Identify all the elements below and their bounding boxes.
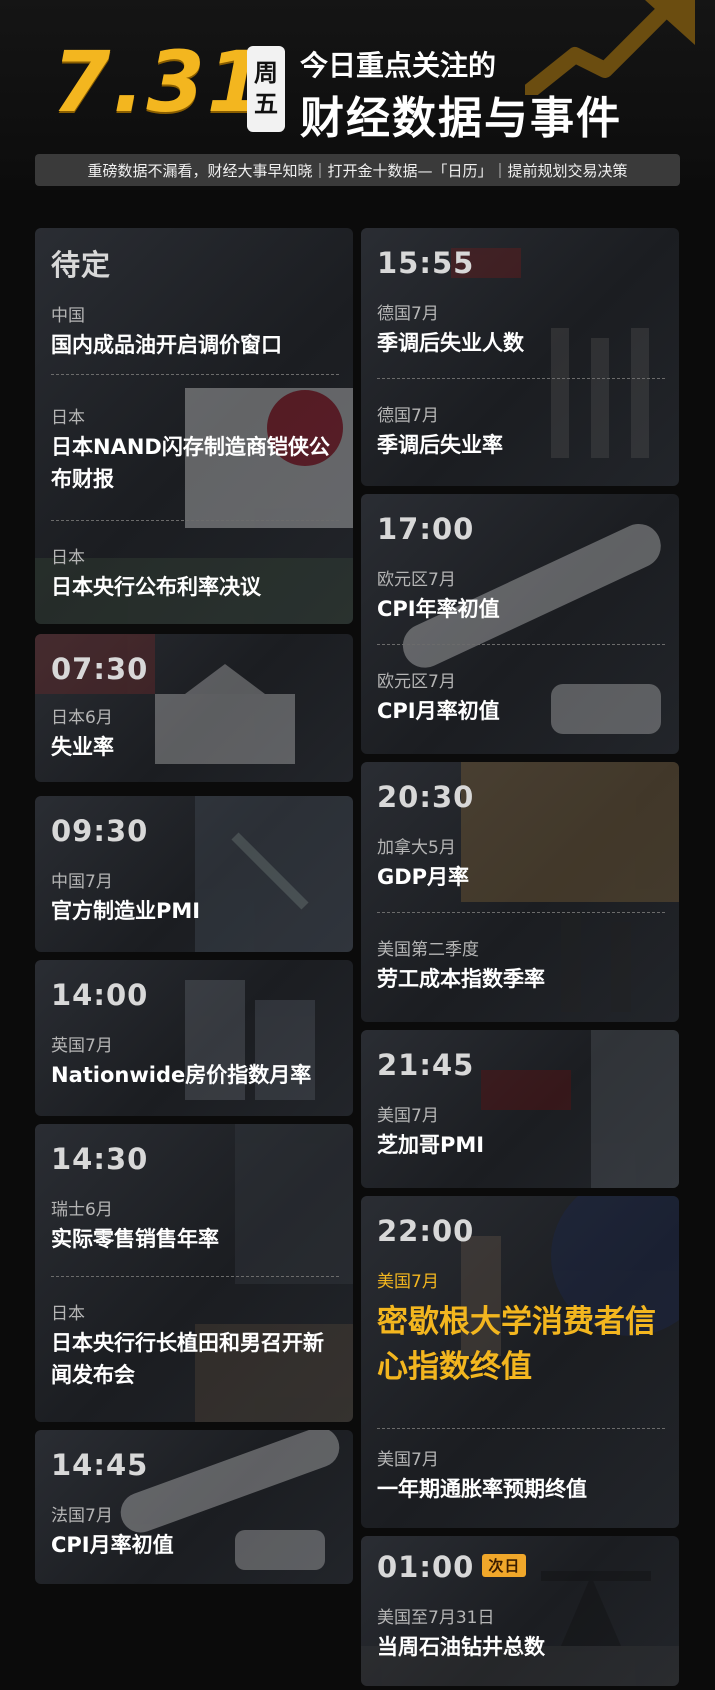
- event-card-1555: 15:55 德国7月 季调后失业人数 德国7月 季调后失业率: [361, 228, 679, 486]
- weekday-char-2: 五: [254, 90, 278, 118]
- event-region: 中国7月: [51, 872, 113, 892]
- event-time: 09:30: [51, 814, 149, 848]
- event-item: 英国7月 Nationwide房价指数月率: [51, 1036, 341, 1092]
- event-region: 欧元区7月: [377, 672, 456, 692]
- event-time: 22:00: [377, 1214, 475, 1248]
- event-time: 07:30: [51, 652, 149, 686]
- event-item: 中国 国内成品油开启调价窗口: [51, 306, 341, 362]
- featured-event-name: 密歇根大学消费者信心指数终值: [377, 1304, 656, 1386]
- event-name: 一年期通胀率预期终值: [377, 1477, 587, 1502]
- event-region: 加拿大5月: [377, 838, 456, 858]
- event-region: 美国至7月31日: [377, 1608, 495, 1628]
- event-time: 15:55: [377, 246, 475, 280]
- event-name: 劳工成本指数季率: [377, 967, 545, 992]
- weekday-char-1: 周: [254, 58, 278, 87]
- event-time: 待定: [51, 248, 112, 282]
- event-time: 17:00: [377, 512, 475, 546]
- event-time: 21:45: [377, 1048, 475, 1082]
- event-card-2030: 20:30 加拿大5月 GDP月率 美国第二季度 劳工成本指数季率: [361, 762, 679, 1022]
- event-item: 美国7月 一年期通胀率预期终值: [377, 1450, 667, 1506]
- event-region: 中国: [51, 306, 85, 326]
- event-name: CPI年率初值: [377, 597, 500, 622]
- event-card-2200: 22:00 美国7月 密歇根大学消费者信心指数终值 美国7月 一年期通胀率预期终…: [361, 1196, 679, 1528]
- event-card-2145: 21:45 美国7月 芝加哥PMI: [361, 1030, 679, 1188]
- event-card-1445: 14:45 法国7月 CPI月率初值: [35, 1430, 353, 1584]
- event-item: 日本6月 失业率: [51, 708, 341, 764]
- event-item: 日本 日本央行公布利率决议: [51, 548, 341, 604]
- event-item: 美国至7月31日 当周石油钻井总数: [377, 1608, 667, 1664]
- event-card-0730: 07:30 日本6月 失业率: [35, 634, 353, 782]
- event-time: 14:30: [51, 1142, 149, 1176]
- event-region: 美国7月: [377, 1106, 439, 1126]
- event-name: 实际零售销售年率: [51, 1227, 219, 1252]
- page-title-line1: 今日重点关注的: [300, 49, 497, 82]
- event-name: CPI月率初值: [377, 699, 500, 724]
- event-region: 日本: [51, 1304, 85, 1324]
- dashed-divider: [51, 374, 339, 375]
- event-card-0930: 09:30 中国7月 官方制造业PMI: [35, 796, 353, 952]
- event-region: 瑞士6月: [51, 1200, 113, 1220]
- subtitle-banner: 重磅数据不漏看，财经大事早知晓｜打开金十数据—「日历」｜提前规划交易决策: [35, 154, 680, 186]
- dashed-divider: [377, 1428, 665, 1429]
- event-card-0100: 01:00 次日 美国至7月31日 当周石油钻井总数: [361, 1536, 679, 1686]
- event-name: 当周石油钻井总数: [377, 1635, 545, 1660]
- event-name: 国内成品油开启调价窗口: [51, 333, 282, 358]
- event-name: 失业率: [51, 735, 114, 760]
- event-item: 德国7月 季调后失业人数: [377, 304, 667, 360]
- event-item: 欧元区7月 CPI月率初值: [377, 672, 667, 728]
- event-item: 加拿大5月 GDP月率: [377, 838, 667, 894]
- event-region: 德国7月: [377, 304, 439, 324]
- dashed-divider: [377, 378, 665, 379]
- event-region: 德国7月: [377, 406, 439, 426]
- event-name: 季调后失业人数: [377, 331, 524, 356]
- event-item: 日本 日本央行行长植田和男召开新闻发布会: [51, 1304, 341, 1391]
- event-item: 德国7月 季调后失业率: [377, 406, 667, 462]
- event-name: 日本央行公布利率决议: [51, 575, 261, 600]
- event-name: CPI月率初值: [51, 1533, 174, 1558]
- rising-arrow-decoration: [525, 0, 695, 95]
- page-title-line2: 财经数据与事件: [300, 93, 622, 144]
- event-card-1700: 17:00 欧元区7月 CPI年率初值 欧元区7月 CPI月率初值: [361, 494, 679, 754]
- event-item: 瑞士6月 实际零售销售年率: [51, 1200, 341, 1256]
- next-day-tag: 次日: [482, 1553, 527, 1577]
- event-time: 14:45: [51, 1448, 149, 1482]
- event-region: 欧元区7月: [377, 570, 456, 590]
- event-name: 季调后失业率: [377, 433, 503, 458]
- event-item: 美国7月 芝加哥PMI: [377, 1106, 667, 1162]
- event-name: 日本NAND闪存制造商铠侠公布财报: [51, 435, 330, 491]
- event-name: 官方制造业PMI: [51, 899, 201, 924]
- dashed-divider: [51, 520, 339, 521]
- event-region: 日本: [51, 408, 85, 428]
- event-region: 日本6月: [51, 708, 113, 728]
- event-region: 美国7月: [377, 1450, 439, 1470]
- event-item: 中国7月 官方制造业PMI: [51, 872, 341, 928]
- event-region: 美国7月: [377, 1272, 439, 1292]
- event-region: 法国7月: [51, 1506, 113, 1526]
- event-region: 日本: [51, 548, 85, 568]
- event-region: 美国第二季度: [377, 940, 479, 960]
- date-heading: 7.31: [52, 33, 268, 131]
- event-card-pending: 待定 中国 国内成品油开启调价窗口 日本 日本NAND闪存制造商铠侠公布财报 日…: [35, 228, 353, 624]
- event-item: 欧元区7月 CPI年率初值: [377, 570, 667, 626]
- event-time-text: 01:00: [377, 1550, 475, 1584]
- event-item: 法国7月 CPI月率初值: [51, 1506, 341, 1562]
- event-name: 芝加哥PMI: [377, 1133, 485, 1158]
- weekday-badge: 周 五: [247, 46, 285, 132]
- event-name: GDP月率: [377, 865, 470, 890]
- event-region: 英国7月: [51, 1036, 113, 1056]
- dashed-divider: [377, 912, 665, 913]
- page-header: 7.31 周 五 今日重点关注的 财经数据与事件 重磅数据不漏看，财经大事早知晓…: [0, 0, 715, 190]
- event-item: 日本 日本NAND闪存制造商铠侠公布财报: [51, 408, 341, 495]
- event-time: 01:00 次日: [377, 1550, 527, 1584]
- event-name: 日本央行行长植田和男召开新闻发布会: [51, 1331, 324, 1387]
- event-card-1430: 14:30 瑞士6月 实际零售销售年率 日本 日本央行行长植田和男召开新闻发布会: [35, 1124, 353, 1422]
- event-time: 14:00: [51, 978, 149, 1012]
- dashed-divider: [51, 1276, 339, 1277]
- featured-event-item: 美国7月 密歇根大学消费者信心指数终值: [377, 1272, 667, 1390]
- event-time: 20:30: [377, 780, 475, 814]
- event-card-1400: 14:00 英国7月 Nationwide房价指数月率: [35, 960, 353, 1116]
- dashed-divider: [377, 644, 665, 645]
- event-name: Nationwide房价指数月率: [51, 1063, 312, 1088]
- event-item: 美国第二季度 劳工成本指数季率: [377, 940, 667, 996]
